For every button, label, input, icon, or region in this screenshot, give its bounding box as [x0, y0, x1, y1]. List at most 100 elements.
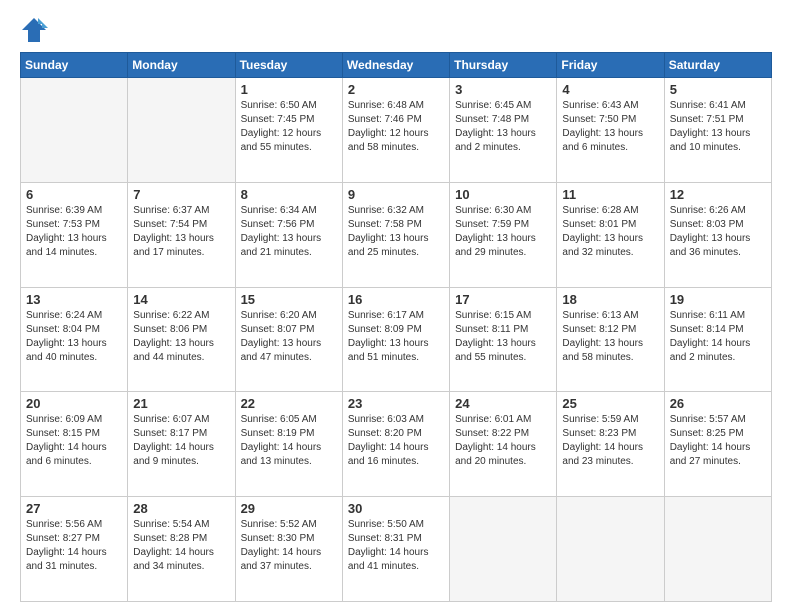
- day-number: 5: [670, 82, 766, 97]
- calendar-body: 1 Sunrise: 6:50 AMSunset: 7:45 PMDaylight…: [21, 78, 772, 602]
- week-row-2: 6 Sunrise: 6:39 AMSunset: 7:53 PMDaylight…: [21, 182, 772, 287]
- day-info: Sunrise: 6:01 AMSunset: 8:22 PMDaylight:…: [455, 413, 551, 469]
- calendar-cell: 30Sunrise: 5:50 AMSunset: 8:31 PMDayligh…: [342, 497, 449, 602]
- calendar-cell: 24 Sunrise: 6:01 AMSunset: 8:22 PMDayligh…: [450, 392, 557, 497]
- calendar-header: SundayMondayTuesdayWednesdayThursdayFrid…: [21, 53, 772, 78]
- day-info: Sunrise: 5:52 AMSunset: 8:30 PMDaylight:…: [241, 518, 337, 574]
- calendar-cell: 27Sunrise: 5:56 AMSunset: 8:27 PMDayligh…: [21, 497, 128, 602]
- calendar-cell: 17 Sunrise: 6:15 AMSunset: 8:11 PMDayligh…: [450, 287, 557, 392]
- calendar-cell: 9 Sunrise: 6:32 AMSunset: 7:58 PMDaylight…: [342, 182, 449, 287]
- week-row-3: 13 Sunrise: 6:24 AMSunset: 8:04 PMDayligh…: [21, 287, 772, 392]
- calendar-cell: 12 Sunrise: 6:26 AMSunset: 8:03 PMDayligh…: [664, 182, 771, 287]
- calendar-cell: 2 Sunrise: 6:48 AMSunset: 7:46 PMDaylight…: [342, 78, 449, 183]
- week-row-5: 27Sunrise: 5:56 AMSunset: 8:27 PMDayligh…: [21, 497, 772, 602]
- day-info: Sunrise: 5:57 AMSunset: 8:25 PMDaylight:…: [670, 413, 766, 469]
- calendar-cell: 7 Sunrise: 6:37 AMSunset: 7:54 PMDaylight…: [128, 182, 235, 287]
- calendar-cell: 10 Sunrise: 6:30 AMSunset: 7:59 PMDayligh…: [450, 182, 557, 287]
- day-number: 9: [348, 187, 444, 202]
- weekday-header-tuesday: Tuesday: [235, 53, 342, 78]
- day-info: Sunrise: 5:50 AMSunset: 8:31 PMDaylight:…: [348, 518, 444, 574]
- calendar-cell: 18 Sunrise: 6:13 AMSunset: 8:12 PMDayligh…: [557, 287, 664, 392]
- day-number: 2: [348, 82, 444, 97]
- calendar-cell: 5 Sunrise: 6:41 AMSunset: 7:51 PMDaylight…: [664, 78, 771, 183]
- day-info: Sunrise: 6:17 AMSunset: 8:09 PMDaylight:…: [348, 309, 444, 365]
- day-info: Sunrise: 6:20 AMSunset: 8:07 PMDaylight:…: [241, 309, 337, 365]
- day-info: Sunrise: 6:37 AMSunset: 7:54 PMDaylight:…: [133, 204, 229, 260]
- day-info: Sunrise: 6:05 AMSunset: 8:19 PMDaylight:…: [241, 413, 337, 469]
- day-info: Sunrise: 6:28 AMSunset: 8:01 PMDaylight:…: [562, 204, 658, 260]
- day-number: 24: [455, 396, 551, 411]
- day-info: Sunrise: 6:30 AMSunset: 7:59 PMDaylight:…: [455, 204, 551, 260]
- calendar-table: SundayMondayTuesdayWednesdayThursdayFrid…: [20, 52, 772, 602]
- day-info: Sunrise: 6:11 AMSunset: 8:14 PMDaylight:…: [670, 309, 766, 365]
- day-number: 22: [241, 396, 337, 411]
- calendar-cell: 4 Sunrise: 6:43 AMSunset: 7:50 PMDaylight…: [557, 78, 664, 183]
- day-info: Sunrise: 5:54 AMSunset: 8:28 PMDaylight:…: [133, 518, 229, 574]
- calendar-cell: 14 Sunrise: 6:22 AMSunset: 8:06 PMDayligh…: [128, 287, 235, 392]
- day-info: Sunrise: 6:34 AMSunset: 7:56 PMDaylight:…: [241, 204, 337, 260]
- day-info: Sunrise: 6:24 AMSunset: 8:04 PMDaylight:…: [26, 309, 122, 365]
- weekday-header-friday: Friday: [557, 53, 664, 78]
- day-info: Sunrise: 6:39 AMSunset: 7:53 PMDaylight:…: [26, 204, 122, 260]
- day-number: 17: [455, 292, 551, 307]
- day-number: 28: [133, 501, 229, 516]
- logo-icon: [20, 16, 48, 44]
- calendar-cell: 11Sunrise: 6:28 AMSunset: 8:01 PMDayligh…: [557, 182, 664, 287]
- calendar-cell: [21, 78, 128, 183]
- calendar-cell: 28 Sunrise: 5:54 AMSunset: 8:28 PMDayligh…: [128, 497, 235, 602]
- header: [20, 16, 772, 44]
- calendar-cell: 6 Sunrise: 6:39 AMSunset: 7:53 PMDaylight…: [21, 182, 128, 287]
- calendar-cell: 15Sunrise: 6:20 AMSunset: 8:07 PMDayligh…: [235, 287, 342, 392]
- day-info: Sunrise: 6:45 AMSunset: 7:48 PMDaylight:…: [455, 99, 551, 155]
- calendar-cell: 29 Sunrise: 5:52 AMSunset: 8:30 PMDayligh…: [235, 497, 342, 602]
- week-row-4: 20Sunrise: 6:09 AMSunset: 8:15 PMDayligh…: [21, 392, 772, 497]
- day-number: 25: [562, 396, 658, 411]
- day-number: 12: [670, 187, 766, 202]
- day-info: Sunrise: 6:43 AMSunset: 7:50 PMDaylight:…: [562, 99, 658, 155]
- day-number: 4: [562, 82, 658, 97]
- calendar-cell: [450, 497, 557, 602]
- calendar-cell: 13 Sunrise: 6:24 AMSunset: 8:04 PMDayligh…: [21, 287, 128, 392]
- day-info: Sunrise: 6:15 AMSunset: 8:11 PMDaylight:…: [455, 309, 551, 365]
- weekday-row: SundayMondayTuesdayWednesdayThursdayFrid…: [21, 53, 772, 78]
- day-info: Sunrise: 6:13 AMSunset: 8:12 PMDaylight:…: [562, 309, 658, 365]
- day-info: Sunrise: 6:22 AMSunset: 8:06 PMDaylight:…: [133, 309, 229, 365]
- day-info: Sunrise: 6:26 AMSunset: 8:03 PMDaylight:…: [670, 204, 766, 260]
- day-number: 10: [455, 187, 551, 202]
- day-number: 1: [241, 82, 337, 97]
- calendar-cell: 19Sunrise: 6:11 AMSunset: 8:14 PMDayligh…: [664, 287, 771, 392]
- day-info: Sunrise: 6:50 AMSunset: 7:45 PMDaylight:…: [241, 99, 337, 155]
- calendar-cell: 22 Sunrise: 6:05 AMSunset: 8:19 PMDayligh…: [235, 392, 342, 497]
- day-number: 21: [133, 396, 229, 411]
- calendar-cell: 26 Sunrise: 5:57 AMSunset: 8:25 PMDayligh…: [664, 392, 771, 497]
- day-number: 13: [26, 292, 122, 307]
- day-number: 20: [26, 396, 122, 411]
- day-number: 23: [348, 396, 444, 411]
- weekday-header-sunday: Sunday: [21, 53, 128, 78]
- day-number: 6: [26, 187, 122, 202]
- day-number: 18: [562, 292, 658, 307]
- day-info: Sunrise: 6:03 AMSunset: 8:20 PMDaylight:…: [348, 413, 444, 469]
- weekday-header-wednesday: Wednesday: [342, 53, 449, 78]
- day-number: 7: [133, 187, 229, 202]
- day-number: 27: [26, 501, 122, 516]
- weekday-header-monday: Monday: [128, 53, 235, 78]
- day-info: Sunrise: 5:59 AMSunset: 8:23 PMDaylight:…: [562, 413, 658, 469]
- day-info: Sunrise: 6:41 AMSunset: 7:51 PMDaylight:…: [670, 99, 766, 155]
- calendar-cell: 20Sunrise: 6:09 AMSunset: 8:15 PMDayligh…: [21, 392, 128, 497]
- day-number: 26: [670, 396, 766, 411]
- day-info: Sunrise: 6:07 AMSunset: 8:17 PMDaylight:…: [133, 413, 229, 469]
- calendar-cell: [128, 78, 235, 183]
- day-number: 16: [348, 292, 444, 307]
- calendar-cell: 1 Sunrise: 6:50 AMSunset: 7:45 PMDaylight…: [235, 78, 342, 183]
- day-info: Sunrise: 6:48 AMSunset: 7:46 PMDaylight:…: [348, 99, 444, 155]
- day-number: 29: [241, 501, 337, 516]
- day-number: 14: [133, 292, 229, 307]
- calendar-cell: 8Sunrise: 6:34 AMSunset: 7:56 PMDaylight…: [235, 182, 342, 287]
- day-info: Sunrise: 6:32 AMSunset: 7:58 PMDaylight:…: [348, 204, 444, 260]
- logo: [20, 16, 52, 44]
- week-row-1: 1 Sunrise: 6:50 AMSunset: 7:45 PMDaylight…: [21, 78, 772, 183]
- calendar-cell: 23 Sunrise: 6:03 AMSunset: 8:20 PMDayligh…: [342, 392, 449, 497]
- calendar-cell: [664, 497, 771, 602]
- weekday-header-thursday: Thursday: [450, 53, 557, 78]
